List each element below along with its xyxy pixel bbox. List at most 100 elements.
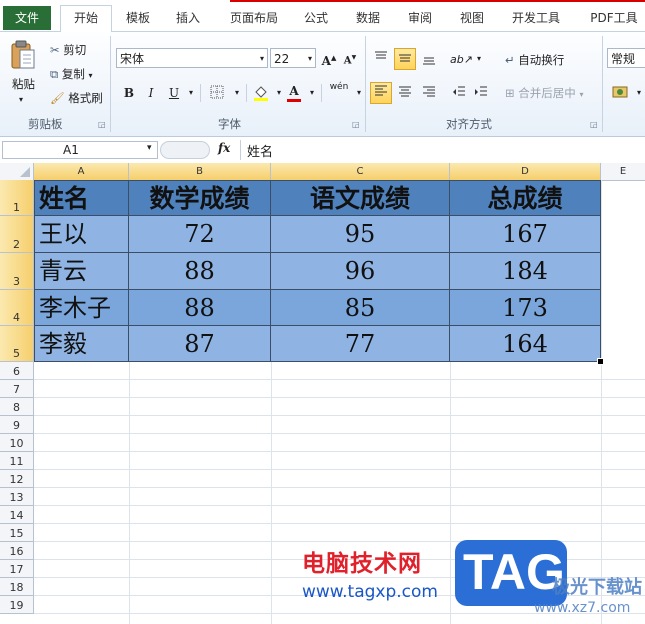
number-format-combo[interactable]: 常规	[607, 48, 645, 68]
tab-home[interactable]: 开始	[60, 5, 112, 33]
table-cell[interactable]: 88	[129, 253, 271, 290]
decrease-indent-button[interactable]	[450, 84, 468, 102]
bold-button[interactable]: B	[120, 84, 138, 102]
row-header-17[interactable]: 17	[0, 560, 34, 578]
row-header-16[interactable]: 16	[0, 542, 34, 560]
align-top-button[interactable]	[372, 50, 390, 68]
shrink-font-button[interactable]: A▼	[341, 49, 359, 67]
chevron-down-icon[interactable]: ▾	[303, 84, 321, 102]
row-header-5[interactable]: 5	[0, 326, 34, 362]
header-cell-math[interactable]: 数学成绩	[129, 180, 271, 216]
font-color-button[interactable]: A	[285, 82, 303, 102]
row-header-15[interactable]: 15	[0, 524, 34, 542]
row-header-2[interactable]: 2	[0, 216, 34, 253]
tab-insert[interactable]: 插入	[170, 8, 206, 28]
table-cell[interactable]: 167	[450, 216, 601, 253]
row-header-6[interactable]: 6	[0, 362, 34, 380]
table-cell[interactable]: 王以	[34, 216, 129, 253]
row-header-10[interactable]: 10	[0, 434, 34, 452]
insert-function-button[interactable]: fx	[218, 141, 230, 155]
table-cell[interactable]: 184	[450, 253, 601, 290]
phonetic-button[interactable]: wén	[328, 82, 350, 100]
font-name-combo[interactable]: 宋体 ▾	[116, 48, 268, 68]
fill-color-button[interactable]	[252, 84, 270, 102]
formula-input[interactable]: 姓名	[247, 141, 642, 160]
row-header-12[interactable]: 12	[0, 470, 34, 488]
row-header-14[interactable]: 14	[0, 506, 34, 524]
table-cell[interactable]: 77	[271, 326, 450, 362]
table-cell[interactable]: 95	[271, 216, 450, 253]
select-all-button[interactable]	[0, 163, 34, 180]
align-left-button[interactable]	[370, 82, 392, 104]
tab-data[interactable]: 数据	[350, 8, 386, 28]
underline-button[interactable]: U	[165, 84, 183, 102]
table-cell[interactable]: 88	[129, 290, 271, 326]
wrap-text-button[interactable]: ↵ 自动换行	[505, 52, 564, 68]
table-cell[interactable]: 85	[271, 290, 450, 326]
currency-format-button[interactable]	[612, 84, 630, 102]
name-box[interactable]: A1 ▾	[2, 141, 158, 159]
row-header-18[interactable]: 18	[0, 578, 34, 596]
format-painter-button[interactable]: 🖌 格式刷	[50, 90, 103, 106]
align-bottom-button[interactable]	[420, 50, 438, 68]
borders-button[interactable]	[208, 84, 226, 102]
tab-review[interactable]: 审阅	[402, 8, 438, 28]
dialog-launcher-icon[interactable]: ◲	[352, 120, 360, 129]
fill-handle[interactable]	[597, 358, 604, 365]
cut-button[interactable]: ✂ 剪切	[50, 42, 86, 58]
column-header-c[interactable]: C	[271, 163, 450, 180]
row-header-13[interactable]: 13	[0, 488, 34, 506]
chevron-down-icon[interactable]: ▾	[182, 84, 200, 102]
orientation-button[interactable]: ab↗	[450, 50, 473, 68]
row-header-1[interactable]: 1	[0, 180, 34, 216]
formula-bar-resize-handle[interactable]	[160, 141, 210, 159]
row-header-8[interactable]: 8	[0, 398, 34, 416]
tab-view[interactable]: 视图	[454, 8, 490, 28]
row-header-11[interactable]: 11	[0, 452, 34, 470]
align-middle-button[interactable]	[394, 48, 416, 70]
paste-dropdown-icon[interactable]: ▾	[19, 92, 23, 108]
chevron-down-icon[interactable]: ▾	[630, 84, 645, 102]
dialog-launcher-icon[interactable]: ◲	[590, 120, 598, 129]
copy-button[interactable]: ⧉ 复制 ▾	[50, 66, 93, 84]
align-right-button[interactable]	[420, 84, 438, 102]
tab-developer[interactable]: 开发工具	[506, 8, 566, 28]
paste-label[interactable]: 粘贴	[12, 76, 35, 92]
row-header-4[interactable]: 4	[0, 290, 34, 326]
chevron-down-icon: ▾	[88, 71, 93, 80]
table-cell[interactable]: 87	[129, 326, 271, 362]
header-cell-total[interactable]: 总成绩	[450, 180, 601, 216]
increase-indent-button[interactable]	[472, 84, 490, 102]
row-header-3[interactable]: 3	[0, 253, 34, 290]
row-header-9[interactable]: 9	[0, 416, 34, 434]
tab-page-layout[interactable]: 页面布局	[224, 8, 284, 28]
tab-template[interactable]: 模板	[120, 8, 156, 28]
chevron-down-icon[interactable]: ▾	[470, 50, 488, 68]
merge-center-button[interactable]: ⊞ 合并后居中 ▾	[505, 85, 583, 103]
row-header-19[interactable]: 19	[0, 596, 34, 614]
italic-button[interactable]: I	[142, 84, 160, 102]
paste-button[interactable]	[10, 40, 36, 72]
chevron-down-icon[interactable]: ▾	[228, 84, 246, 102]
table-cell[interactable]: 72	[129, 216, 271, 253]
grow-font-button[interactable]: A▲	[320, 49, 338, 68]
table-cell[interactable]: 173	[450, 290, 601, 326]
header-cell-name[interactable]: 姓名	[34, 180, 129, 216]
column-header-a[interactable]: A	[34, 163, 129, 180]
font-size-combo[interactable]: 22 ▾	[270, 48, 316, 68]
tab-file[interactable]: 文件	[3, 6, 51, 30]
tab-formulas[interactable]: 公式	[298, 8, 334, 28]
header-cell-chinese[interactable]: 语文成绩	[271, 180, 450, 216]
column-header-b[interactable]: B	[129, 163, 271, 180]
dialog-launcher-icon[interactable]: ◲	[98, 120, 106, 129]
table-cell[interactable]: 96	[271, 253, 450, 290]
table-cell[interactable]: 李木子	[34, 290, 129, 326]
column-header-d[interactable]: D	[450, 163, 601, 180]
row-header-7[interactable]: 7	[0, 380, 34, 398]
table-cell[interactable]: 青云	[34, 253, 129, 290]
table-cell[interactable]: 李毅	[34, 326, 129, 362]
table-cell[interactable]: 164	[450, 326, 601, 362]
align-center-button[interactable]	[396, 84, 414, 102]
column-header-e[interactable]: E	[601, 163, 645, 180]
tab-pdf-tools[interactable]: PDF工具	[583, 8, 645, 28]
